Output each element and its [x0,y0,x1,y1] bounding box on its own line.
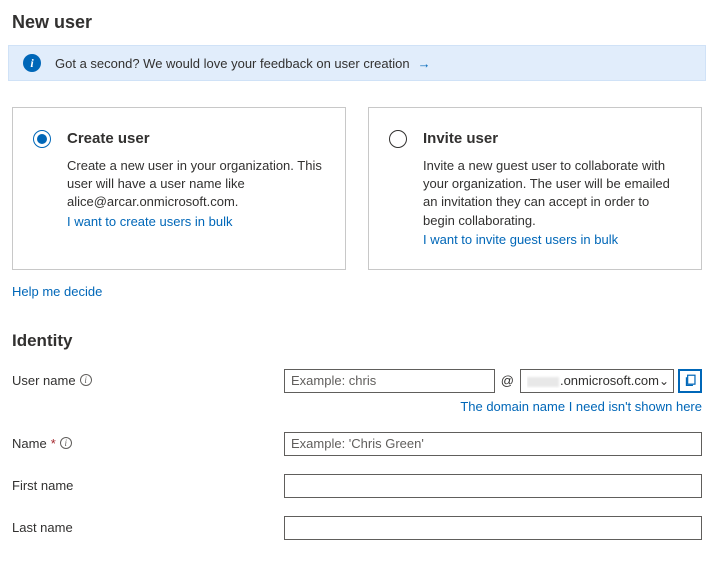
user-type-cards: Create user Create a new user in your or… [8,107,706,270]
invite-user-desc: Invite a new guest user to collaborate w… [423,157,683,230]
name-info-icon[interactable]: i [60,437,72,449]
domain-text: .onmicrosoft.com [527,373,659,388]
feedback-text: Got a second? We would love your feedbac… [55,56,410,71]
page-title: New user [12,12,706,33]
create-user-desc: Create a new user in your organization. … [67,157,327,212]
create-bulk-link[interactable]: I want to create users in bulk [67,214,232,229]
invite-bulk-link[interactable]: I want to invite guest users in bulk [423,232,618,247]
username-input[interactable] [284,369,495,393]
domain-prefix-mask [527,377,559,387]
domain-help-link[interactable]: The domain name I need isn't shown here [460,399,702,414]
identity-heading: Identity [12,331,706,351]
chevron-down-icon: ⌄ [659,374,669,388]
create-user-card[interactable]: Create user Create a new user in your or… [12,107,346,270]
domain-select[interactable]: .onmicrosoft.com ⌄ [520,369,674,393]
name-input[interactable] [284,432,702,456]
copy-button[interactable] [678,369,702,393]
firstname-row: First name [8,474,706,498]
firstname-input[interactable] [284,474,702,498]
create-user-title: Create user [67,130,327,147]
lastname-input[interactable] [284,516,702,540]
copy-icon [684,374,697,387]
feedback-arrow-icon[interactable]: → [418,56,431,71]
create-user-radio[interactable] [33,130,51,148]
info-icon: i [23,54,41,72]
username-info-icon[interactable]: i [80,374,92,386]
lastname-label: Last name [12,520,73,535]
at-symbol: @ [499,373,516,388]
required-asterisk: * [51,436,56,451]
name-label: Name [12,436,47,451]
username-label: User name [12,373,76,388]
name-row: Name * i [8,432,706,456]
lastname-row: Last name [8,516,706,540]
username-row: User name i @ .onmicrosoft.com ⌄ The dom… [8,369,706,414]
invite-user-title: Invite user [423,130,683,147]
invite-user-radio[interactable] [389,130,407,148]
firstname-label: First name [12,478,73,493]
invite-user-card[interactable]: Invite user Invite a new guest user to c… [368,107,702,270]
help-me-decide-link[interactable]: Help me decide [8,284,706,299]
feedback-banner[interactable]: i Got a second? We would love your feedb… [8,45,706,81]
